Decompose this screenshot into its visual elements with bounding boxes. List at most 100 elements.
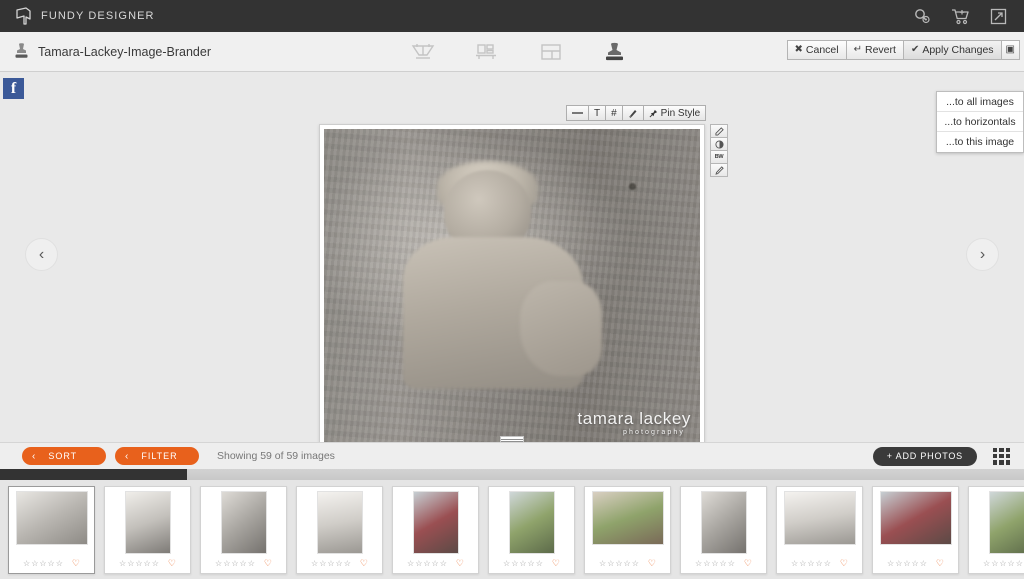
star-icon[interactable]: ☆ — [127, 559, 134, 568]
dropdown-item-horizontals[interactable]: ...to horizontals — [937, 112, 1023, 132]
star-icon[interactable]: ☆ — [536, 559, 543, 568]
star-rating[interactable]: ☆ ☆ ☆ ☆ ☆ — [407, 559, 447, 568]
star-icon[interactable]: ☆ — [248, 559, 255, 568]
star-icon[interactable]: ☆ — [983, 559, 990, 568]
layout-tool[interactable] — [538, 39, 564, 65]
star-icon[interactable]: ☆ — [519, 559, 526, 568]
star-icon[interactable]: ☆ — [432, 559, 439, 568]
star-icon[interactable]: ☆ — [703, 559, 710, 568]
search-settings-icon[interactable] — [912, 6, 932, 26]
star-icon[interactable]: ☆ — [816, 559, 823, 568]
star-icon[interactable]: ☆ — [999, 559, 1006, 568]
star-rating[interactable]: ☆ ☆ ☆ ☆ ☆ — [599, 559, 639, 568]
text-style-button[interactable]: T — [588, 105, 607, 121]
star-rating[interactable]: ☆ ☆ ☆ ☆ ☆ — [311, 559, 351, 568]
thumbnail-strip[interactable]: ☆ ☆ ☆ ☆ ☆ ♡ ☆ ☆ ☆ ☆ ☆ ♡ ☆ ☆ ☆ ☆ ☆ ♡ ☆ ☆ ☆ ☆ ☆ ♡ ☆ ☆ ☆ ☆ ☆ ♡ ☆ ☆ ☆ ☆ ☆ ♡ ☆ ☆ ☆ ☆… — [0, 480, 1024, 579]
favorite-heart-icon[interactable]: ♡ — [936, 559, 944, 568]
thumbnail-item[interactable]: ☆☆☆☆☆♡ — [584, 486, 671, 574]
star-icon[interactable]: ☆ — [119, 559, 126, 568]
star-icon[interactable]: ☆ — [48, 559, 55, 568]
star-icon[interactable]: ☆ — [887, 559, 894, 568]
star-icon[interactable]: ☆ — [327, 559, 334, 568]
star-icon[interactable]: ☆ — [991, 559, 998, 568]
favorite-heart-icon[interactable]: ♡ — [744, 559, 752, 568]
star-icon[interactable]: ☆ — [912, 559, 919, 568]
star-icon[interactable]: ☆ — [528, 559, 535, 568]
main-photo-frame[interactable]: tamara lackey photography — [319, 124, 705, 451]
album-design-tool[interactable] — [410, 39, 436, 65]
star-icon[interactable]: ☆ — [615, 559, 622, 568]
star-icon[interactable]: ☆ — [344, 559, 351, 568]
star-icon[interactable]: ☆ — [799, 559, 806, 568]
star-icon[interactable]: ☆ — [240, 559, 247, 568]
star-icon[interactable]: ☆ — [791, 559, 798, 568]
cancel-button[interactable]: ✖ Cancel — [786, 40, 847, 60]
pin-style-button[interactable]: Pin Style — [642, 105, 707, 121]
favorite-heart-icon[interactable]: ♡ — [552, 559, 560, 568]
filter-button[interactable]: ‹ FILTER — [115, 447, 199, 465]
star-rating[interactable]: ☆ ☆ ☆ ☆ ☆ — [791, 559, 831, 568]
star-icon[interactable]: ☆ — [215, 559, 222, 568]
retouch-tool[interactable] — [710, 163, 728, 177]
star-icon[interactable]: ☆ — [1016, 559, 1023, 568]
star-icon[interactable]: ☆ — [407, 559, 414, 568]
favorite-heart-icon[interactable]: ♡ — [456, 559, 464, 568]
star-icon[interactable]: ☆ — [728, 559, 735, 568]
star-rating[interactable]: ☆ ☆ ☆ ☆ ☆ — [887, 559, 927, 568]
star-rating[interactable]: ☆ ☆ ☆ ☆ ☆ — [503, 559, 543, 568]
star-icon[interactable]: ☆ — [895, 559, 902, 568]
apply-options-button[interactable]: ▣ — [1000, 40, 1020, 60]
next-image-button[interactable]: › — [966, 238, 999, 271]
thumbnail-item[interactable]: ☆☆☆☆☆♡ — [776, 486, 863, 574]
thumbnail-item[interactable]: ☆☆☆☆☆♡ — [968, 486, 1024, 574]
star-icon[interactable]: ☆ — [920, 559, 927, 568]
star-icon[interactable]: ☆ — [223, 559, 230, 568]
star-icon[interactable]: ☆ — [607, 559, 614, 568]
star-rating[interactable]: ☆ ☆ ☆ ☆ ☆ — [215, 559, 255, 568]
thumbnail-item[interactable]: ☆☆☆☆☆♡ — [104, 486, 191, 574]
thumbnail-item[interactable]: ☆☆☆☆☆ ♡ — [488, 486, 575, 574]
dropdown-item-this-image[interactable]: ...to this image — [937, 132, 1023, 152]
favorite-heart-icon[interactable]: ♡ — [264, 559, 272, 568]
previous-image-button[interactable]: ‹ — [25, 238, 58, 271]
thumbnail-item[interactable]: ☆☆☆☆☆♡ — [872, 486, 959, 574]
favorite-heart-icon[interactable]: ♡ — [360, 559, 368, 568]
star-icon[interactable]: ☆ — [152, 559, 159, 568]
facebook-icon[interactable]: f — [3, 78, 24, 99]
star-icon[interactable]: ☆ — [56, 559, 63, 568]
star-icon[interactable]: ☆ — [31, 559, 38, 568]
dropdown-item-all-images[interactable]: ...to all images — [937, 92, 1023, 112]
thumbnail-item[interactable]: ☆☆☆☆☆♡ — [8, 486, 95, 574]
star-icon[interactable]: ☆ — [311, 559, 318, 568]
star-rating[interactable]: ☆ ☆ ☆ ☆ ☆ — [983, 559, 1023, 568]
grid-view-icon[interactable] — [993, 447, 1010, 465]
favorite-heart-icon[interactable]: ♡ — [168, 559, 176, 568]
wall-art-tool[interactable] — [474, 39, 500, 65]
star-icon[interactable]: ☆ — [39, 559, 46, 568]
export-share-icon[interactable] — [988, 6, 1008, 26]
star-icon[interactable]: ☆ — [336, 559, 343, 568]
star-icon[interactable]: ☆ — [599, 559, 606, 568]
apply-changes-button[interactable]: ✔ Apply Changes — [902, 40, 1002, 60]
thumbnail-item[interactable]: ☆☆☆☆☆ ♡ — [392, 486, 479, 574]
favorite-heart-icon[interactable]: ♡ — [72, 559, 80, 568]
star-icon[interactable]: ☆ — [824, 559, 831, 568]
star-icon[interactable]: ☆ — [231, 559, 238, 568]
star-icon[interactable]: ☆ — [23, 559, 30, 568]
favorite-heart-icon[interactable]: ♡ — [648, 559, 656, 568]
star-rating[interactable]: ☆ ☆ ☆ ☆ ☆ — [695, 559, 735, 568]
star-icon[interactable]: ☆ — [720, 559, 727, 568]
thumbnail-scrollbar-track[interactable] — [0, 469, 1024, 480]
color-adjust-tool[interactable] — [710, 137, 728, 151]
grid-style-button[interactable]: # — [605, 105, 623, 121]
star-icon[interactable]: ☆ — [624, 559, 631, 568]
thumbnail-item[interactable]: ☆☆☆☆☆♡ — [200, 486, 287, 574]
star-icon[interactable]: ☆ — [423, 559, 430, 568]
image-brander-tool[interactable] — [602, 39, 628, 65]
star-icon[interactable]: ☆ — [1008, 559, 1015, 568]
star-icon[interactable]: ☆ — [319, 559, 326, 568]
star-icon[interactable]: ☆ — [632, 559, 639, 568]
star-icon[interactable]: ☆ — [903, 559, 910, 568]
star-icon[interactable]: ☆ — [415, 559, 422, 568]
thumbnail-item[interactable]: ☆☆☆☆☆ ♡ — [680, 486, 767, 574]
